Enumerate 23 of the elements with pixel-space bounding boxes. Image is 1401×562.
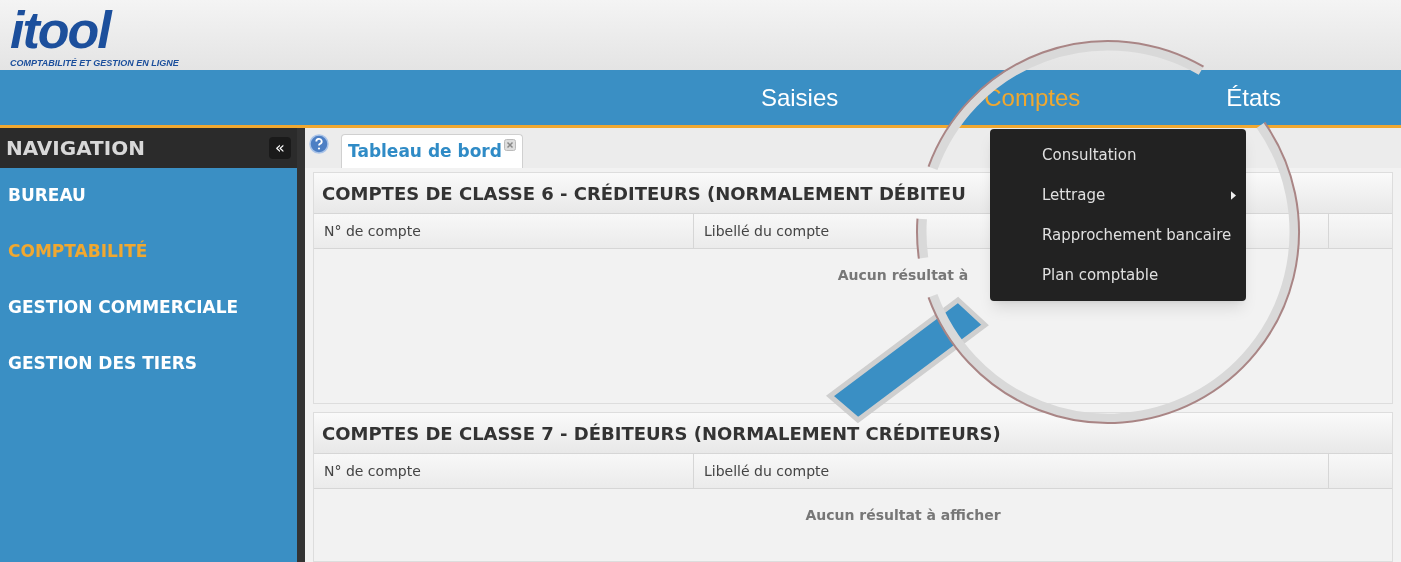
sidebar-title: NAVIGATION [6, 135, 145, 162]
empty-message: Aucun résultat à afficher [805, 506, 1001, 525]
sidebar-item[interactable]: GESTION DES TIERS [0, 336, 297, 392]
tab[interactable]: Tableau de bord [341, 134, 523, 168]
logo[interactable]: itool COMPTABILITÉ ET GESTION EN LIGNE [10, 2, 179, 68]
dropdown-item[interactable]: Plan comptable [990, 255, 1246, 295]
help-icon[interactable] [309, 134, 329, 154]
panel-title: COMPTES DE CLASSE 6 - CRÉDITEURS (NORMALEMENT DÉBITEU [322, 181, 966, 206]
sidebar-item[interactable]: GESTION COMMERCIALE [0, 280, 297, 336]
empty-message: Aucun résultat à [837, 266, 969, 285]
dropdown-item[interactable]: Lettrage [990, 175, 1246, 215]
submenu-arrow-icon [1231, 190, 1236, 200]
dropdown-item[interactable]: Consultation [990, 135, 1246, 175]
collapse-button[interactable]: « [269, 137, 291, 159]
menu-item[interactable]: États [1226, 79, 1281, 116]
close-icon[interactable] [503, 139, 516, 151]
column-header[interactable]: N° de compte [314, 454, 694, 488]
dropdown-item[interactable]: Rapprochement bancaire [990, 215, 1246, 255]
column-header[interactable]: Libellé du compte [694, 454, 1329, 488]
sidebar-item[interactable]: BUREAU [0, 168, 297, 224]
menu-item[interactable]: Saisies [760, 79, 839, 116]
panel-title: COMPTES DE CLASSE 7 - DÉBITEURS (NORMALEMENT CRÉDITEURS) [322, 421, 1001, 446]
column-header[interactable]: N° de compte [314, 214, 694, 248]
